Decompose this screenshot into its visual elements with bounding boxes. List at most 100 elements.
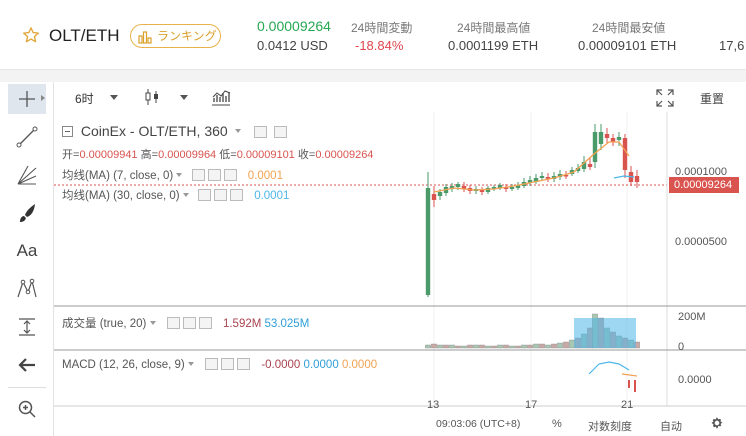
zoom-in-icon[interactable]	[8, 394, 46, 424]
candle-body	[509, 187, 515, 189]
chevron-down-icon[interactable]	[187, 362, 194, 366]
high-label: 高=	[140, 149, 159, 161]
volume-legend: 成交量 (true, 20) 1.592M 53.025M	[62, 315, 309, 331]
candle-body	[616, 137, 622, 140]
volume-bars	[425, 313, 640, 349]
volume-tick-1: 200M	[678, 311, 706, 323]
eye-icon[interactable]	[205, 358, 219, 370]
current-price-tag: 0.00009264	[669, 177, 739, 193]
price-tick-2: 0.0000500	[675, 236, 727, 248]
low-value: 0.00009101	[236, 149, 295, 161]
trend-line-tool[interactable]	[8, 122, 46, 152]
volume-bar	[425, 344, 431, 349]
time-tick-3: 21	[621, 399, 634, 411]
candle-body	[431, 194, 437, 200]
close-icon[interactable]	[229, 189, 243, 201]
fullscreen-icon[interactable]	[655, 88, 675, 113]
log-scale-toggle[interactable]: 对数刻度	[588, 418, 632, 434]
ma30-label: 均线(MA) (30, close, 0)	[62, 190, 180, 202]
brush-tool[interactable]	[8, 198, 46, 228]
chevron-down-icon[interactable]	[149, 321, 156, 325]
settings-icon[interactable]	[221, 358, 235, 370]
close-label: 收=	[297, 149, 316, 161]
volume-bar	[509, 345, 515, 349]
open-label: 开=	[62, 149, 80, 161]
favorite-star-icon[interactable]	[22, 26, 40, 44]
volume-bar	[551, 343, 557, 349]
ma7-row: 均线(MA) (7, close, 0) 0.0001	[62, 167, 283, 183]
candle-body	[634, 176, 640, 182]
settings-icon[interactable]	[213, 189, 227, 201]
candle-body	[622, 138, 628, 170]
text-tool[interactable]: Aa	[8, 236, 46, 266]
chevron-down-icon[interactable]	[110, 95, 118, 100]
candle-type-icon[interactable]	[144, 87, 160, 112]
ma7-label: 均线(MA) (7, close, 0)	[62, 170, 174, 182]
volume-bar	[431, 343, 437, 349]
volume-bar	[539, 343, 545, 349]
eye-icon[interactable]	[166, 317, 180, 329]
chevron-down-icon[interactable]	[182, 193, 189, 197]
measure-tool[interactable]	[8, 312, 46, 342]
settings-icon[interactable]	[274, 126, 288, 138]
low-label: 低=	[219, 149, 237, 161]
candle-body	[539, 176, 545, 178]
ma7-value: 0.0001	[247, 170, 283, 182]
gear-icon[interactable]	[710, 416, 724, 435]
indicators-icon[interactable]	[211, 88, 231, 111]
interval-select[interactable]: 6时	[75, 90, 94, 107]
chevron-down-icon[interactable]	[176, 173, 183, 177]
signal-line	[621, 373, 638, 377]
macd-value-1: -0.0000	[261, 359, 301, 371]
close-icon[interactable]	[198, 317, 212, 329]
back-arrow-icon[interactable]	[8, 350, 46, 380]
settings-icon[interactable]	[182, 317, 196, 329]
chevron-down-icon[interactable]	[180, 95, 188, 100]
percent-toggle[interactable]: %	[552, 418, 562, 430]
close-icon[interactable]	[237, 358, 251, 370]
fibonacci-tool[interactable]	[8, 160, 46, 190]
candle-body	[598, 132, 604, 144]
chart-toolbar: 6时 重置	[54, 82, 746, 112]
volume-bar	[497, 344, 503, 349]
low-value: 0.00009101 ETH	[578, 38, 677, 53]
pattern-tool[interactable]	[8, 274, 46, 304]
candle-body	[455, 184, 461, 187]
volume-value-1: 1.592M	[222, 318, 262, 330]
ranking-label: ランキング	[157, 29, 217, 43]
macd-histogram-bar	[634, 380, 636, 392]
legend-title-row: CoinEx - OLT/ETH, 360	[62, 123, 288, 141]
eye-icon[interactable]	[254, 126, 268, 138]
macd-label: MACD (12, 26, close, 9)	[62, 359, 185, 371]
volume-bar	[557, 342, 563, 349]
settings-icon[interactable]	[207, 169, 221, 181]
volume-bar	[491, 345, 497, 349]
candle-body	[425, 188, 431, 295]
chart-panel: 6时 重置 CoinEx - OLT/ETH, 360 开=0.00009941…	[54, 82, 746, 436]
macd-line	[588, 361, 630, 375]
collapse-icon[interactable]	[62, 126, 73, 137]
volume-label: 成交量 (true, 20)	[62, 318, 147, 330]
ohlc-row: 开=0.00009941 高=0.00009964 低=0.00009101 收…	[62, 146, 373, 162]
chevron-down-icon[interactable]	[234, 129, 241, 133]
ma30-row: 均线(MA) (30, close, 0) 0.0001	[62, 187, 289, 203]
ranking-button[interactable]: ランキング	[130, 24, 221, 48]
volume-bar	[449, 344, 455, 349]
crosshair-tool[interactable]	[8, 84, 46, 114]
volume-bar	[521, 344, 527, 349]
volume-bar	[485, 345, 491, 349]
last-price: 0.00009264	[257, 18, 331, 34]
close-icon[interactable]	[223, 169, 237, 181]
drawing-toolbar: Aa	[0, 82, 54, 436]
eye-icon[interactable]	[197, 189, 211, 201]
volume-bar	[443, 344, 449, 349]
volume-bar	[515, 345, 521, 349]
reset-button[interactable]: 重置	[700, 90, 724, 107]
candle-body	[587, 164, 593, 167]
volume-bar	[527, 344, 533, 349]
candle-body	[437, 192, 443, 196]
time-tick-2: 17	[525, 399, 538, 411]
eye-icon[interactable]	[191, 169, 205, 181]
next-stat-value: 17,6	[719, 38, 745, 53]
auto-scale-toggle[interactable]: 自动	[660, 418, 682, 434]
